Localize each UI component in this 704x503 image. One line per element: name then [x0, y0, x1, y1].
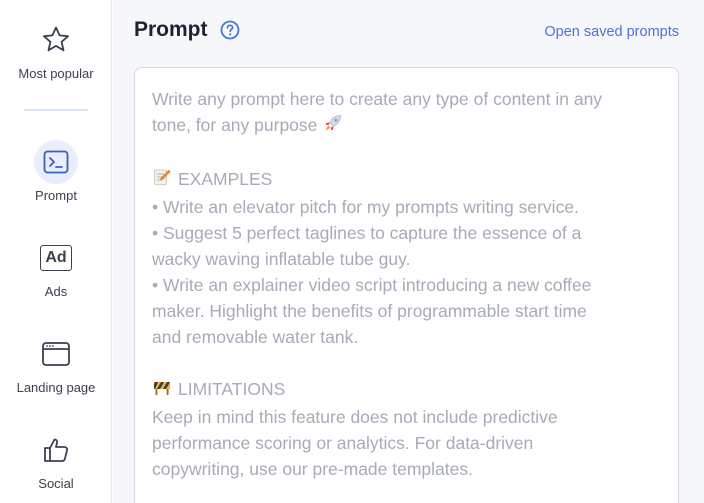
example-line: wacky waving inflatable tube guy. — [152, 249, 411, 269]
sidebar-item-label: Prompt — [35, 188, 77, 203]
memo-icon — [152, 167, 172, 194]
limitations-heading: LIMITATIONS — [178, 379, 286, 399]
help-icon[interactable] — [220, 20, 240, 40]
placeholder-line: tone, for any purpose — [152, 115, 318, 135]
placeholder-line-with-rocket: tone, for any purpose — [152, 112, 662, 140]
sidebar-item-label: Most popular — [18, 66, 94, 81]
sidebar-item-label: Social — [38, 476, 74, 491]
thumbs-up-icon — [34, 428, 78, 472]
sidebar-item-landing-page[interactable]: Landing page — [0, 332, 112, 395]
ad-icon: Ad — [34, 236, 78, 280]
sidebar-item-most-popular[interactable]: Most popular — [0, 18, 112, 81]
example-line: maker. Highlight the benefits of program… — [152, 301, 587, 321]
open-saved-prompts-link[interactable]: Open saved prompts — [544, 24, 679, 40]
prompt-textarea[interactable]: Write any prompt here to create any type… — [134, 67, 679, 503]
sidebar-item-label: Ads — [44, 284, 68, 299]
example-line: • Write an elevator pitch for my prompts… — [152, 197, 579, 217]
examples-heading: EXAMPLES — [178, 169, 273, 189]
examples-heading-line: EXAMPLES — [152, 166, 662, 194]
ad-icon-text: Ad — [40, 245, 72, 271]
limitation-line: copywriting, use our pre-made templates. — [152, 459, 473, 479]
page-header: Prompt — [134, 18, 240, 42]
sidebar-divider — [24, 109, 88, 111]
page-title: Prompt — [134, 18, 208, 41]
sidebar-item-prompt[interactable]: Prompt — [0, 140, 112, 203]
sidebar: Most popular Prompt Ad Ads Landing page … — [0, 0, 112, 503]
example-line: • Suggest 5 perfect taglines to capture … — [152, 223, 582, 243]
star-icon — [34, 18, 78, 62]
example-line: and removable water tank. — [152, 327, 359, 347]
construction-barrier-icon — [152, 377, 172, 404]
sidebar-item-social[interactable]: Social — [0, 428, 112, 491]
terminal-icon — [34, 140, 78, 184]
main-panel: Prompt Open saved prompts Write any prom… — [113, 0, 704, 503]
limitation-line: performance scoring or analytics. For da… — [152, 433, 534, 453]
example-line: • Write an explainer video script introd… — [152, 275, 592, 295]
sidebar-item-ads[interactable]: Ad Ads — [0, 236, 112, 299]
limitation-line: Keep in mind this feature does not inclu… — [152, 407, 558, 427]
placeholder-line: Write any prompt here to create any type… — [152, 89, 603, 109]
limitations-heading-line: LIMITATIONS — [152, 376, 662, 404]
sidebar-item-label: Landing page — [16, 380, 96, 395]
rocket-icon — [323, 113, 343, 140]
browser-window-icon — [34, 332, 78, 376]
